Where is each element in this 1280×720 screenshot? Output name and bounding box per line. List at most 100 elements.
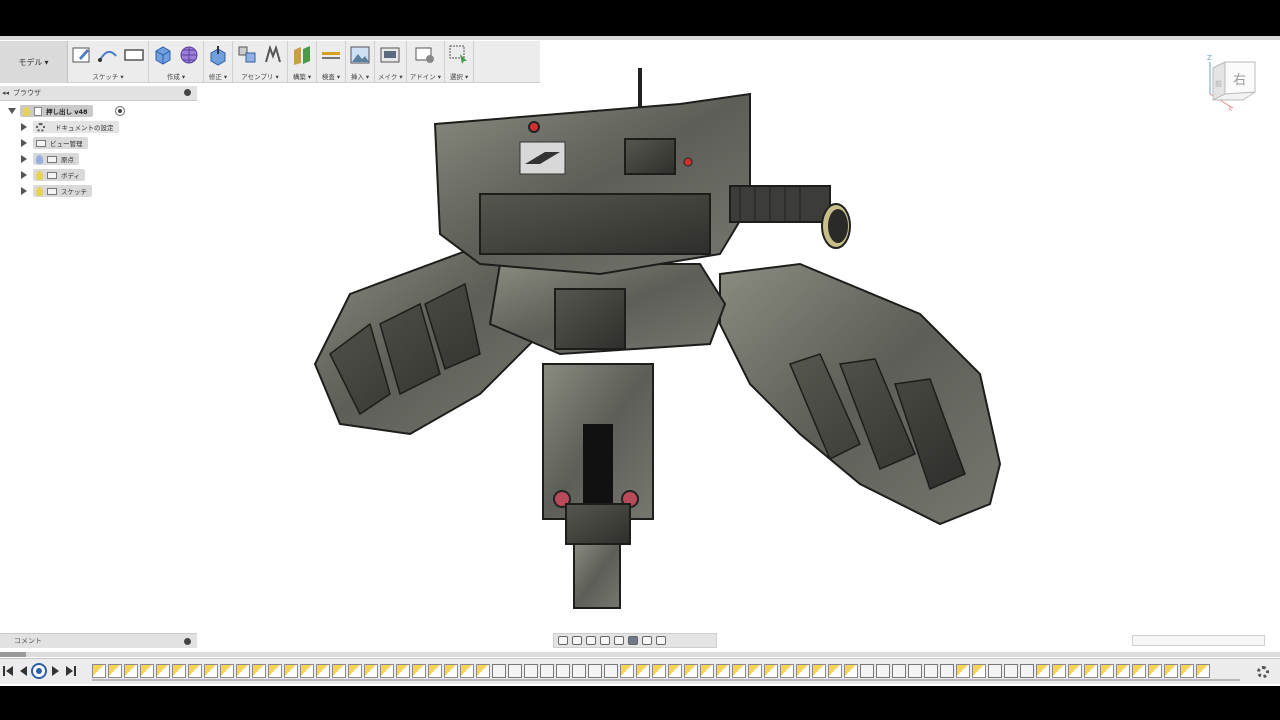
comments-panel[interactable]: コメント: [0, 633, 197, 648]
timeline-move-feature[interactable]: [988, 664, 1002, 678]
timeline-move-feature[interactable]: [876, 664, 890, 678]
timeline-move-feature[interactable]: [1004, 664, 1018, 678]
toolbar-group-modify[interactable]: 修正 ▾: [204, 41, 233, 83]
browser-panel-header[interactable]: ◂◂ ブラウザ: [0, 86, 197, 101]
form-icon[interactable]: [178, 44, 200, 66]
timeline-play-icon[interactable]: [31, 663, 47, 679]
toolbar-group-create[interactable]: 作成 ▾: [149, 41, 204, 83]
timeline-feature[interactable]: [1036, 664, 1050, 678]
timeline-prev-icon[interactable]: [18, 665, 28, 677]
timeline-feature[interactable]: [716, 664, 730, 678]
fit-zoom-icon[interactable]: [614, 636, 624, 645]
timeline-feature[interactable]: [668, 664, 682, 678]
look-at-icon[interactable]: [572, 636, 582, 645]
tree-root[interactable]: 押し出し v48: [0, 103, 197, 119]
timeline-move-feature[interactable]: [908, 664, 922, 678]
timeline-feature[interactable]: [764, 664, 778, 678]
scripts-icon[interactable]: [414, 44, 436, 66]
joint-icon[interactable]: [262, 44, 284, 66]
timeline-feature[interactable]: [1084, 664, 1098, 678]
tree-chip[interactable]: 原点: [33, 153, 79, 165]
orbit-icon[interactable]: [558, 636, 568, 645]
select-icon[interactable]: [448, 44, 470, 66]
expand-icon[interactable]: [21, 139, 27, 147]
offset-plane-icon[interactable]: [291, 44, 313, 66]
timeline-feature[interactable]: [1132, 664, 1146, 678]
timeline-feature[interactable]: [316, 664, 330, 678]
timeline-feature[interactable]: [1100, 664, 1114, 678]
expand-icon[interactable]: [21, 171, 27, 179]
timeline-move-feature[interactable]: [524, 664, 538, 678]
timeline-feature[interactable]: [124, 664, 138, 678]
timeline-feature[interactable]: [108, 664, 122, 678]
tree-chip[interactable]: ビュー管理: [33, 137, 88, 149]
grid-settings-icon[interactable]: [642, 636, 652, 645]
tree-chip[interactable]: スケッチ: [33, 185, 92, 197]
workspace-mode-dropdown[interactable]: モデル ▾: [0, 41, 68, 83]
timeline-feature[interactable]: [1068, 664, 1082, 678]
timeline-feature[interactable]: [364, 664, 378, 678]
activate-radio-icon[interactable]: [115, 106, 125, 116]
timeline-feature[interactable]: [1180, 664, 1194, 678]
expand-open-icon[interactable]: [8, 108, 16, 114]
timeline-feature[interactable]: [284, 664, 298, 678]
timeline-feature[interactable]: [204, 664, 218, 678]
timeline-feature[interactable]: [844, 664, 858, 678]
timeline-feature[interactable]: [140, 664, 154, 678]
timeline-move-feature[interactable]: [940, 664, 954, 678]
view-cube[interactable]: Z X 右 前: [1205, 52, 1265, 112]
timeline-last-icon[interactable]: [66, 665, 76, 677]
timeline-feature[interactable]: [956, 664, 970, 678]
timeline-feature[interactable]: [828, 664, 842, 678]
timeline-feature[interactable]: [652, 664, 666, 678]
viewports-icon[interactable]: [656, 636, 666, 645]
timeline-move-feature[interactable]: [924, 664, 938, 678]
timeline-feature[interactable]: [188, 664, 202, 678]
timeline-feature[interactable]: [1148, 664, 1162, 678]
timeline-move-feature[interactable]: [892, 664, 906, 678]
timeline-feature[interactable]: [172, 664, 186, 678]
collapse-icon[interactable]: ◂◂: [2, 89, 9, 97]
timeline-feature[interactable]: [812, 664, 826, 678]
zoom-icon[interactable]: [600, 636, 610, 645]
timeline-feature[interactable]: [460, 664, 474, 678]
timeline-feature[interactable]: [684, 664, 698, 678]
timeline-feature[interactable]: [428, 664, 442, 678]
timeline-feature[interactable]: [620, 664, 634, 678]
timeline-feature[interactable]: [476, 664, 490, 678]
timeline-next-icon[interactable]: [51, 665, 61, 677]
timeline-feature[interactable]: [1052, 664, 1066, 678]
timeline-feature[interactable]: [1196, 664, 1210, 678]
press-pull-icon[interactable]: [207, 44, 229, 66]
measure-icon[interactable]: [320, 44, 342, 66]
timeline-feature[interactable]: [700, 664, 714, 678]
toolbar-group-sketch[interactable]: スケッチ ▾: [68, 41, 149, 83]
root-chip[interactable]: 押し出し v48: [20, 105, 93, 117]
timeline-feature[interactable]: [1164, 664, 1178, 678]
timeline-first-icon[interactable]: [3, 665, 13, 677]
expand-icon[interactable]: [21, 187, 27, 195]
timeline-feature[interactable]: [972, 664, 986, 678]
timeline-move-feature[interactable]: [508, 664, 522, 678]
tree-item-sketches[interactable]: スケッチ: [0, 183, 197, 199]
insert-image-icon[interactable]: [349, 44, 371, 66]
timeline-feature[interactable]: [300, 664, 314, 678]
mech-model-render[interactable]: [300, 64, 1020, 624]
timeline-feature[interactable]: [636, 664, 650, 678]
tree-item-document-settings[interactable]: ドキュメントの設定: [0, 119, 197, 135]
expand-icon[interactable]: [21, 123, 27, 131]
timeline-feature[interactable]: [780, 664, 794, 678]
timeline-move-feature[interactable]: [588, 664, 602, 678]
rectangle-icon[interactable]: [123, 44, 145, 66]
3d-print-icon[interactable]: [379, 44, 401, 66]
timeline-feature[interactable]: [252, 664, 266, 678]
timeline-feature[interactable]: [396, 664, 410, 678]
timeline-feature[interactable]: [380, 664, 394, 678]
timeline-feature[interactable]: [348, 664, 362, 678]
timeline-feature[interactable]: [92, 664, 106, 678]
timeline-feature[interactable]: [268, 664, 282, 678]
arc-icon[interactable]: [97, 44, 119, 66]
timeline-feature[interactable]: [732, 664, 746, 678]
timeline-settings-icon[interactable]: [1257, 666, 1269, 678]
timeline-feature[interactable]: [412, 664, 426, 678]
